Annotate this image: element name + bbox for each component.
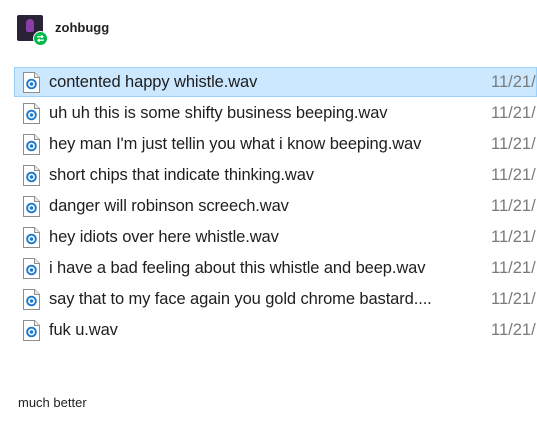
file-row[interactable]: hey man I'm just tellin you what i know … <box>14 129 537 159</box>
file-name: danger will robinson screech.wav <box>49 196 289 215</box>
file-name: say that to my face again you gold chrom… <box>49 289 432 308</box>
file-date-modified: 11/21/ <box>491 320 536 339</box>
file-name: contented happy whistle.wav <box>49 72 258 91</box>
audio-file-icon <box>23 196 40 217</box>
file-row[interactable]: short chips that indicate thinking.wav 11… <box>14 160 537 190</box>
post-caption: much better <box>18 395 87 410</box>
audio-file-icon <box>23 258 40 279</box>
file-row[interactable]: contented happy whistle.wav 11/21/ <box>14 67 537 97</box>
audio-file-icon <box>23 165 40 186</box>
audio-file-icon <box>23 289 40 310</box>
avatar-figure <box>26 19 34 32</box>
post-header: zohbugg <box>17 13 109 46</box>
username[interactable]: zohbugg <box>55 20 109 35</box>
file-date-modified: 11/21/ <box>491 289 536 308</box>
file-date-modified: 11/21/ <box>491 165 536 184</box>
file-date-modified: 11/21/ <box>491 227 536 246</box>
file-name: i have a bad feeling about this whistle … <box>49 258 426 277</box>
avatar[interactable] <box>17 15 48 46</box>
file-date-modified: 11/21/ <box>491 258 536 277</box>
audio-file-icon <box>23 320 40 341</box>
reblog-icon <box>33 31 48 46</box>
file-row[interactable]: say that to my face again you gold chrom… <box>14 284 537 314</box>
file-row[interactable]: fuk u.wav 11/21/ <box>14 315 537 345</box>
audio-file-icon <box>23 103 40 124</box>
audio-file-icon <box>23 72 40 93</box>
file-name: short chips that indicate thinking.wav <box>49 165 314 184</box>
file-name: hey idiots over here whistle.wav <box>49 227 279 246</box>
file-name: uh uh this is some shifty business beepi… <box>49 103 388 122</box>
file-row[interactable]: hey idiots over here whistle.wav 11/21/ <box>14 222 537 252</box>
file-row[interactable]: uh uh this is some shifty business beepi… <box>14 98 537 128</box>
audio-file-icon <box>23 227 40 248</box>
file-date-modified: 11/21/ <box>491 72 536 91</box>
file-row[interactable]: i have a bad feeling about this whistle … <box>14 253 537 283</box>
file-date-modified: 11/21/ <box>491 134 536 153</box>
file-date-modified: 11/21/ <box>491 103 536 122</box>
file-list: contented happy whistle.wav 11/21/uh uh t… <box>14 67 537 346</box>
audio-file-icon <box>23 134 40 155</box>
file-date-modified: 11/21/ <box>491 196 536 215</box>
file-row[interactable]: danger will robinson screech.wav 11/21/ <box>14 191 537 221</box>
file-name: hey man I'm just tellin you what i know … <box>49 134 422 153</box>
file-name: fuk u.wav <box>49 320 118 339</box>
